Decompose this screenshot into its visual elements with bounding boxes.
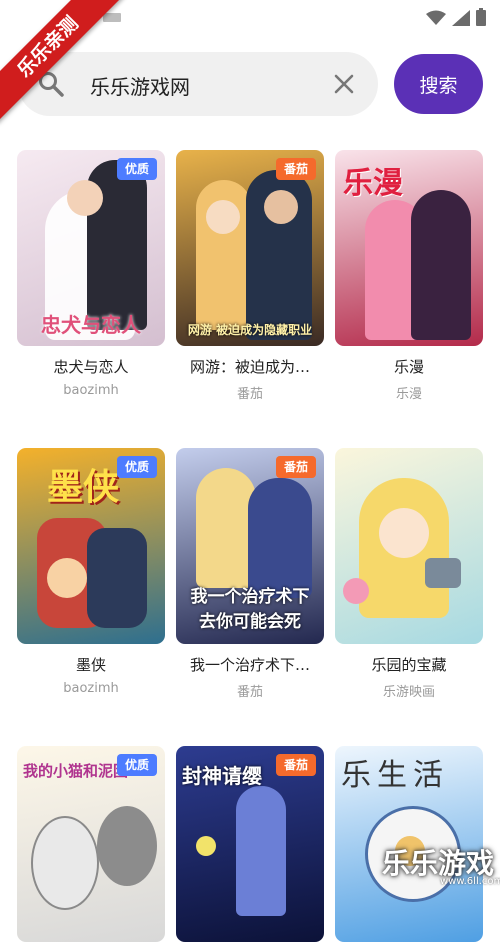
battery-icon <box>476 8 486 26</box>
comic-source: 乐游映画 <box>382 685 435 700</box>
cover-title: 封神请缨 <box>182 764 262 788</box>
comic-title: 墨侠 <box>75 656 106 674</box>
comic-title: 乐园的宝藏 <box>371 656 447 674</box>
comic-card[interactable]: 乐园的宝藏 乐游映画 <box>335 448 483 700</box>
quality-badge: 优质 <box>116 754 157 776</box>
comic-card[interactable]: 我的小猫和泥团 优质 <box>17 746 165 942</box>
cover-title: 网游 被迫成为隐藏职业 <box>187 323 313 337</box>
ribbon-label: 乐乐亲测 <box>0 0 124 123</box>
watermark-url: www.6ll.com <box>440 876 500 887</box>
cover-title: 我的小猫和泥团 <box>23 762 129 780</box>
quality-badge: 优质 <box>116 158 157 180</box>
cover-title: 乐漫 <box>343 166 403 201</box>
comic-source: baozimh <box>63 383 119 398</box>
comic-cover[interactable] <box>335 448 483 644</box>
corner-ribbon: 乐乐亲测 <box>0 0 140 140</box>
cover-title: 我一个治疗术下去你可能会死 <box>190 587 310 632</box>
cover-title: 忠犬与恋人 <box>41 313 141 337</box>
comic-cover[interactable]: 乐漫 <box>335 150 483 346</box>
comic-title: 网游：被迫成为… <box>189 358 310 376</box>
source-badge: 番茄 <box>275 456 316 478</box>
close-icon[interactable] <box>334 74 354 94</box>
cover-title: 乐生活 <box>341 758 449 793</box>
comic-cover[interactable]: 我的小猫和泥团 优质 <box>17 746 165 942</box>
source-badge: 番茄 <box>275 158 316 180</box>
comic-source: baozimh <box>63 681 119 696</box>
wifi-icon <box>426 10 446 25</box>
comic-title: 忠犬与恋人 <box>53 358 129 376</box>
comic-source: 乐漫 <box>395 387 422 402</box>
comic-cover[interactable]: 封神请缨 番茄 <box>176 746 324 942</box>
comic-card[interactable]: 乐漫 乐漫 乐漫 <box>335 150 483 402</box>
comic-cover[interactable]: 墨侠 优质 <box>17 448 165 644</box>
search-button[interactable]: 搜索 <box>394 54 483 114</box>
comic-card[interactable]: 忠犬与恋人 优质 忠犬与恋人 baozimh <box>17 150 165 398</box>
comic-title: 我一个治疗术下… <box>189 656 310 674</box>
comic-card[interactable]: 网游 被迫成为隐藏职业 番茄 网游：被迫成为… 番茄 <box>176 150 324 402</box>
comic-cover[interactable]: 忠犬与恋人 优质 <box>17 150 165 346</box>
quality-badge: 优质 <box>116 456 157 478</box>
comic-source: 番茄 <box>236 685 263 700</box>
comic-title: 乐漫 <box>393 358 424 376</box>
comic-cover[interactable]: 我一个治疗术下去你可能会死 番茄 <box>176 448 324 644</box>
comic-cover[interactable]: 网游 被迫成为隐藏职业 番茄 <box>176 150 324 346</box>
cover-title: 墨侠 <box>47 467 120 508</box>
comic-card[interactable]: 封神请缨 番茄 <box>176 746 324 942</box>
source-badge: 番茄 <box>275 754 316 776</box>
comic-card[interactable]: 墨侠 优质 墨侠 baozimh <box>17 448 165 696</box>
comic-card[interactable]: 我一个治疗术下去你可能会死 番茄 我一个治疗术下… 番茄 <box>176 448 324 700</box>
signal-icon <box>452 10 470 26</box>
comic-source: 番茄 <box>236 387 263 402</box>
